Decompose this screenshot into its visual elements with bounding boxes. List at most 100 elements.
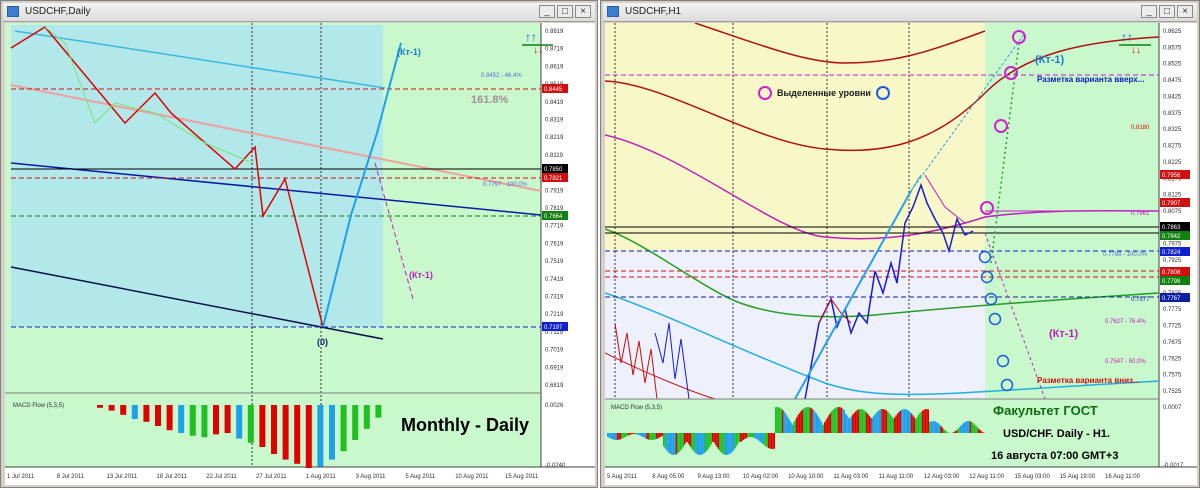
right-window-title: USDCHF,H1	[625, 6, 682, 17]
svg-text:0.7767: 0.7767	[1162, 296, 1181, 302]
histogram-bar	[730, 433, 732, 454]
histogram-bar	[189, 405, 196, 436]
price-tick-label: 0.7419	[545, 277, 564, 283]
date-tick-label: 12 Aug 11:00	[969, 474, 1005, 480]
price-tick-label: 0.8625	[1163, 29, 1182, 35]
histogram-bar	[899, 410, 901, 433]
left-chart-svg[interactable]: ↑↑ ↓↓ (Кт-1) (Кт-1) (0) 161.8% 0.8452 - …	[5, 23, 595, 485]
histogram-bar	[773, 433, 775, 449]
histogram-bar	[719, 433, 721, 451]
svg-text:0.8445: 0.8445	[544, 87, 563, 93]
histogram-bar	[972, 423, 974, 433]
histogram-bar	[714, 433, 717, 445]
histogram-bar	[761, 433, 763, 444]
date-tick-label: 8 Aug 05:00	[652, 474, 685, 480]
close-button[interactable]: ×	[575, 5, 591, 18]
histogram-bar	[674, 433, 676, 455]
histogram-bar	[832, 409, 834, 433]
histogram-bar	[909, 411, 911, 433]
price-tick-label: 0.7725	[1163, 324, 1182, 330]
histogram-bar	[737, 433, 739, 444]
histogram-bar	[685, 433, 687, 443]
histogram-bar	[640, 433, 642, 437]
price-tick-label: 0.6919	[545, 365, 564, 371]
histogram-bar	[658, 433, 661, 438]
histogram-bar	[805, 407, 808, 433]
histogram-bar	[976, 427, 978, 433]
svg-text:0.7798 - 100.0%: 0.7798 - 100.0%	[1103, 252, 1148, 258]
histogram-bar	[822, 424, 824, 433]
histogram-bar	[97, 405, 103, 408]
left-title-bar[interactable]: USDCHF,Daily _ □ ×	[3, 3, 595, 22]
histogram-bar	[726, 433, 728, 455]
minimize-button[interactable]: _	[539, 5, 555, 18]
histogram-bar	[833, 408, 836, 433]
left-window-title: USDCHF,Daily	[25, 6, 91, 17]
histogram-bar	[814, 411, 816, 433]
histogram-bar	[975, 425, 977, 433]
histogram-bar	[754, 433, 756, 438]
histogram-bar	[672, 433, 675, 455]
histogram-bar	[968, 421, 970, 433]
price-tick-label: 0.8719	[545, 47, 564, 53]
histogram-bar	[966, 421, 969, 433]
caption-date: 16 августа 07:00 GMT+3	[991, 450, 1118, 462]
histogram-bar	[940, 425, 942, 433]
histogram-bar	[688, 433, 690, 445]
svg-text:0.7842: 0.7842	[1162, 234, 1181, 240]
left-chart-area[interactable]: ↑↑ ↓↓ (Кт-1) (Кт-1) (0) 161.8% 0.8452 - …	[5, 23, 595, 490]
histogram-bar	[684, 433, 686, 445]
histogram-bar	[800, 411, 802, 433]
histogram-bar	[689, 433, 691, 447]
right-chart-svg[interactable]: Выделенные уровни (Кт-1) (Кт-1) Разметка…	[604, 22, 1197, 485]
histogram-bar	[978, 428, 980, 433]
histogram-bar	[692, 433, 694, 451]
histogram-bar	[922, 410, 924, 433]
histogram-bar	[770, 433, 773, 449]
histogram-bar	[633, 433, 635, 435]
price-tick-label: 0.8375	[1163, 111, 1182, 117]
histogram-bar	[751, 433, 753, 438]
right-title-bar[interactable]: USDCHF,H1 _ □ ×	[603, 3, 1197, 22]
histogram-bar	[710, 433, 712, 445]
histogram-bar	[657, 433, 659, 439]
histogram-bar	[752, 433, 754, 438]
left-caption: Monthly - Daily	[401, 415, 529, 435]
histogram-bar	[352, 405, 359, 440]
histogram-bar	[898, 412, 900, 433]
histogram-bar	[783, 411, 785, 433]
histogram-bar	[880, 409, 882, 433]
histogram-bar	[745, 433, 747, 439]
histogram-bar	[777, 407, 780, 433]
down-arrows-icon: ↓↓	[533, 45, 543, 56]
histogram-bar	[699, 433, 701, 455]
histogram-bar	[808, 407, 810, 433]
histogram-bar	[632, 433, 634, 435]
histogram-bar	[716, 433, 718, 447]
histogram-bar	[340, 405, 347, 452]
date-tick-label: 15 Aug 03:00	[1014, 474, 1050, 480]
histogram-bar	[749, 433, 752, 438]
histogram-bar	[840, 407, 843, 433]
label-fib-mid: 0.7797 - 100.0%	[483, 182, 528, 188]
maximize-button[interactable]: □	[557, 5, 573, 18]
histogram-bar	[838, 407, 840, 433]
histogram-bar	[623, 433, 626, 438]
close-button[interactable]: ×	[1177, 5, 1193, 18]
svg-text:0.0026: 0.0026	[545, 403, 564, 409]
histogram-bar	[611, 433, 613, 440]
right-price-scale: 0.8625 0.8575 0.8525 0.8475 0.8425 0.8375 0.83…	[1163, 29, 1182, 395]
minimize-button[interactable]: _	[1141, 5, 1157, 18]
histogram-bar	[818, 417, 820, 433]
histogram-bar	[642, 433, 644, 437]
histogram-bar	[675, 433, 677, 455]
svg-text:0.7798: 0.7798	[1162, 279, 1181, 285]
histogram-bar	[664, 433, 666, 449]
histogram-bar	[817, 415, 819, 433]
histogram-bar	[815, 413, 817, 433]
maximize-button[interactable]: □	[1159, 5, 1175, 18]
histogram-bar	[744, 433, 746, 439]
histogram-bar	[934, 421, 936, 433]
right-chart-area[interactable]: Выделенные уровни (Кт-1) (Кт-1) Разметка…	[604, 22, 1197, 490]
histogram-bar	[959, 425, 962, 433]
